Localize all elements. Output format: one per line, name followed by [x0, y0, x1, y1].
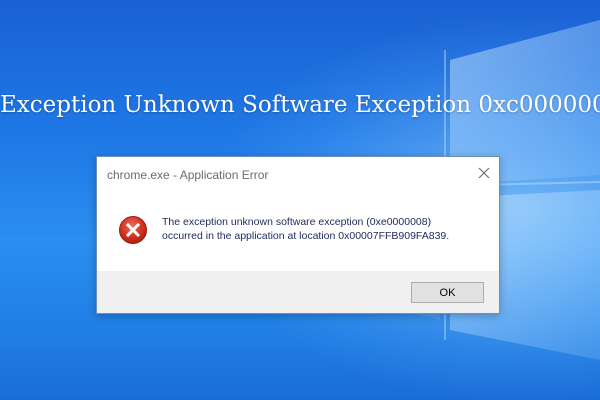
- application-error-dialog: chrome.exe - Application Error The excep…: [96, 156, 500, 314]
- error-icon: [119, 216, 147, 244]
- ok-button[interactable]: OK: [411, 282, 484, 303]
- error-message-line-1: The exception unknown software exception…: [162, 216, 432, 228]
- close-icon: [478, 167, 490, 179]
- error-message: The exception unknown software exception…: [162, 215, 492, 243]
- error-message-line-2: occurred in the application at location …: [162, 230, 450, 242]
- dialog-content: The exception unknown software exception…: [97, 187, 499, 271]
- close-button[interactable]: [469, 162, 499, 184]
- dialog-titlebar[interactable]: chrome.exe - Application Error: [97, 157, 499, 187]
- dialog-footer: OK: [97, 271, 499, 313]
- page-headline: Exception Unknown Software Exception 0xc…: [0, 92, 600, 118]
- dialog-title: chrome.exe - Application Error: [107, 168, 269, 182]
